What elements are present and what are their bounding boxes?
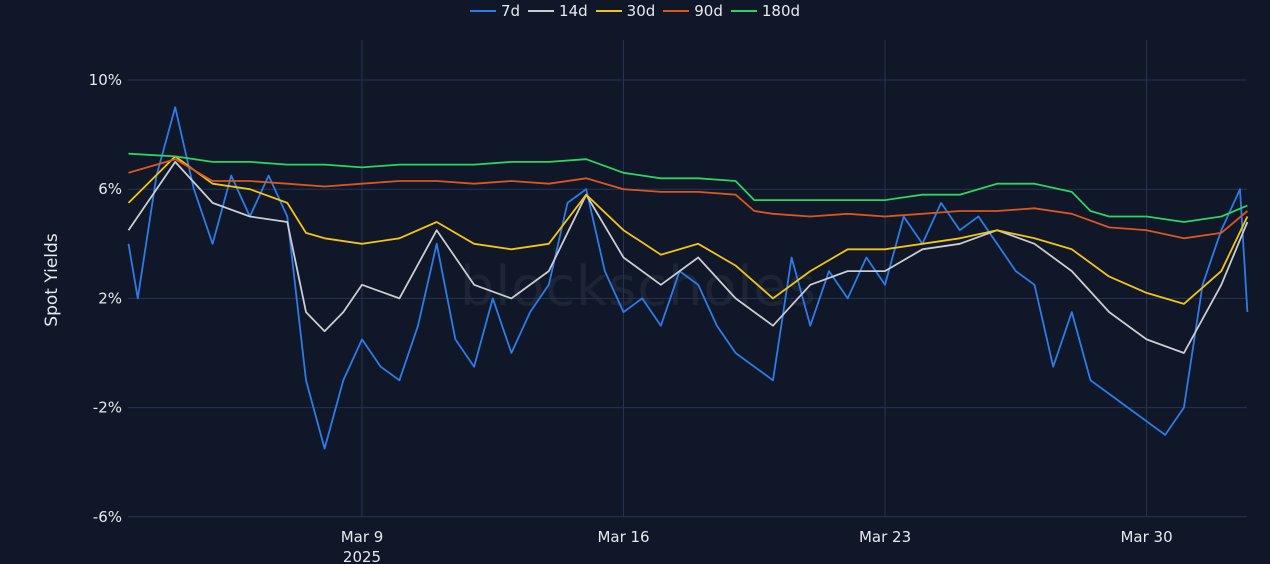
x-tick-label: Mar 16 [597,528,649,546]
y-tick-label: -2% [93,399,122,417]
y-tick-label: -6% [93,508,122,526]
series-line-7d [127,106,1249,450]
line-chart: 10% 6% 2% -2% -6% Mar 9 2025 Mar 16 Mar 23 Mar 30 [89,40,1249,564]
y-tick-label: 2% [98,289,122,307]
y-tick-label: 6% [98,180,122,198]
y-tick-label: 10% [89,71,122,89]
x-tick-label: Mar 30 [1120,528,1172,546]
series-line-180d [128,152,1248,223]
x-tick-label: Mar 23 [859,528,911,546]
series-line-14d [127,160,1249,354]
x-tick-label: Mar 9 [341,528,384,546]
x-tick-sublabel: 2025 [343,548,381,564]
